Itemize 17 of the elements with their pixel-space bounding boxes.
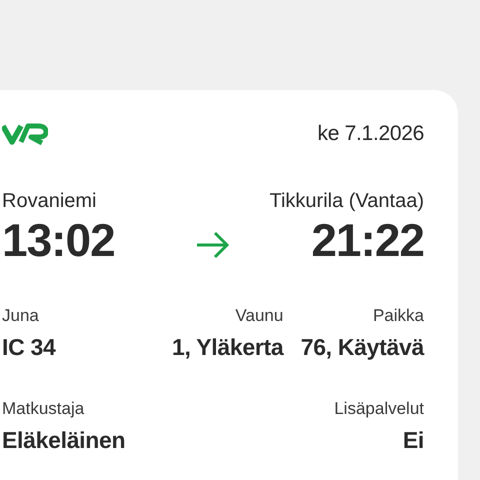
departure-time: 13:02 [2,215,115,266]
field-label: Paikka [372,306,424,326]
origin-station: Rovaniemi [2,190,96,213]
travel-date: ke 7.1.2026 [318,122,424,146]
field-label: Vaunu [235,306,284,326]
field-value: IC 34 [2,334,56,361]
field-value: Eläkeläinen [2,426,126,454]
arrow-icon [195,230,231,260]
arrival-time: 21:22 [311,215,424,266]
field-label: Juna [2,306,39,326]
field-label: Lisäpalvelut [334,398,424,419]
destination-station: Tikkurila (Vantaa) [270,190,424,213]
vr-logo [2,123,48,145]
field-value: 1, Yläkerta [172,334,284,361]
field-value: Ei [402,426,424,454]
field-label: Matkustaja [2,398,84,419]
field-value: 76, Käytävä [300,334,424,361]
